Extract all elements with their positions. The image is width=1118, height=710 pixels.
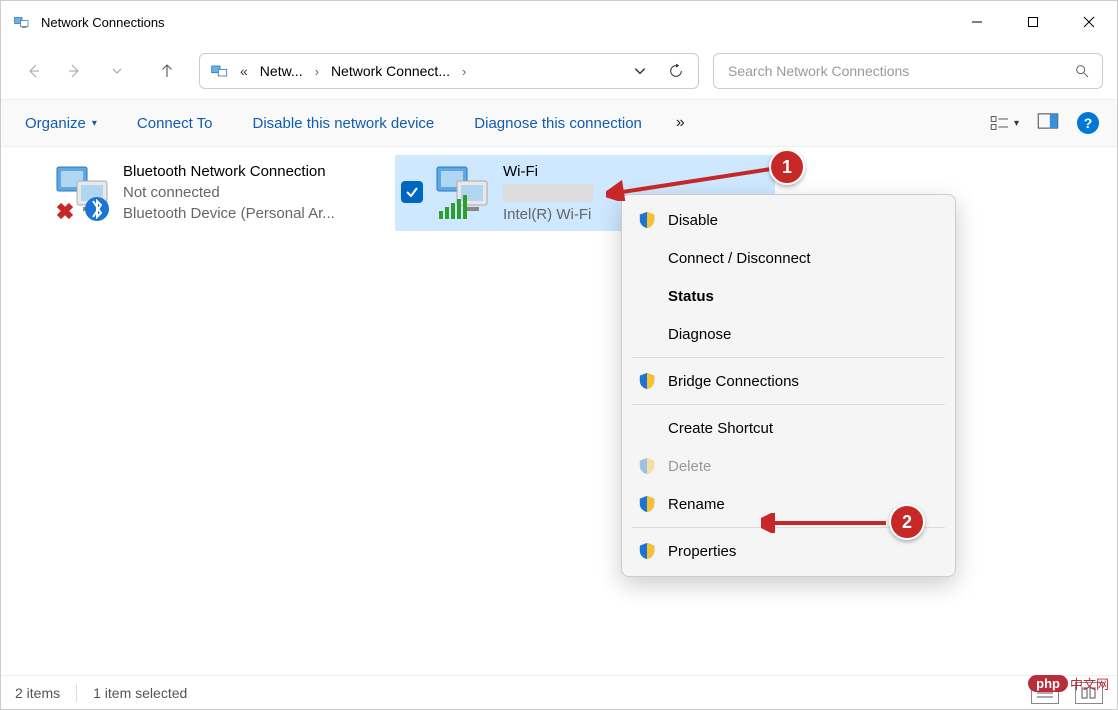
watermark-text: 中文网: [1070, 674, 1109, 693]
breadcrumb-crumb-1[interactable]: Netw...: [254, 59, 309, 83]
menu-label: Diagnose: [668, 326, 731, 343]
menu-label: Connect / Disconnect: [668, 250, 811, 267]
menu-label: Properties: [668, 543, 736, 560]
help-button[interactable]: ?: [1077, 112, 1099, 134]
bluetooth-adapter-icon: [51, 161, 115, 225]
connect-to-button[interactable]: Connect To: [131, 111, 219, 136]
view-options-button[interactable]: ▾: [990, 115, 1019, 131]
selection-check-icon[interactable]: [401, 181, 423, 203]
search-box[interactable]: [713, 53, 1103, 89]
diagnose-connection-button[interactable]: Diagnose this connection: [468, 111, 648, 136]
watermark: php 中文网: [1028, 674, 1109, 693]
connection-device: Bluetooth Device (Personal Ar...: [123, 205, 389, 222]
organize-menu[interactable]: Organize ▾: [19, 111, 103, 136]
status-separator: [76, 684, 77, 702]
status-selected-count: 1 item selected: [93, 685, 187, 701]
menu-label: Disable: [668, 212, 718, 229]
annotation-arrow-2: [761, 513, 891, 533]
menu-label: Rename: [668, 496, 725, 513]
up-button[interactable]: [149, 53, 185, 89]
chevron-right-icon[interactable]: ›: [313, 64, 321, 79]
menu-separator: [632, 357, 945, 358]
connection-item-bluetooth[interactable]: Bluetooth Network Connection Not connect…: [15, 155, 395, 231]
annotation-arrow-1: [606, 161, 776, 201]
menu-separator: [632, 404, 945, 405]
forward-button[interactable]: [57, 53, 93, 89]
titlebar: Network Connections: [1, 1, 1117, 43]
menu-item-disable[interactable]: Disable: [622, 201, 955, 239]
menu-item-delete: Delete: [622, 447, 955, 485]
address-bar[interactable]: « Netw... › Network Connect... ›: [199, 53, 699, 89]
diagnose-label: Diagnose this connection: [474, 115, 642, 132]
annotation-marker-1: 1: [769, 149, 805, 185]
menu-item-status[interactable]: Status: [622, 277, 955, 315]
connection-status-redacted: [503, 184, 593, 202]
window-controls: [949, 1, 1117, 43]
close-button[interactable]: [1061, 1, 1117, 43]
minimize-button[interactable]: [949, 1, 1005, 43]
connection-status: Not connected: [123, 184, 389, 201]
menu-label: Bridge Connections: [668, 373, 799, 390]
annotation-marker-2: 2: [889, 504, 925, 540]
maximize-button[interactable]: [1005, 1, 1061, 43]
navigation-bar: « Netw... › Network Connect... ›: [1, 43, 1117, 99]
connection-title: Bluetooth Network Connection: [123, 163, 389, 180]
status-bar: 2 items 1 item selected: [1, 675, 1117, 709]
shield-icon: [638, 211, 656, 229]
preview-pane-button[interactable]: [1037, 113, 1059, 134]
status-item-count: 2 items: [15, 685, 60, 701]
shield-icon: [638, 495, 656, 513]
chevron-down-icon: ▾: [1014, 118, 1019, 129]
organize-label: Organize: [25, 115, 86, 132]
refresh-button[interactable]: [660, 55, 692, 87]
menu-label: Delete: [668, 458, 711, 475]
search-input[interactable]: [726, 62, 1074, 80]
menu-label: Status: [668, 288, 714, 305]
menu-label: Create Shortcut: [668, 420, 773, 437]
chevron-right-icon[interactable]: ›: [460, 64, 468, 79]
shield-icon: [638, 372, 656, 390]
menu-item-shortcut[interactable]: Create Shortcut: [622, 409, 955, 447]
menu-item-connect[interactable]: Connect / Disconnect: [622, 239, 955, 277]
disable-device-button[interactable]: Disable this network device: [247, 111, 441, 136]
address-dropdown-button[interactable]: [624, 55, 656, 87]
search-icon[interactable]: [1074, 63, 1090, 79]
window-title: Network Connections: [41, 15, 949, 30]
shield-icon: [638, 457, 656, 475]
menu-item-diagnose[interactable]: Diagnose: [622, 315, 955, 353]
shield-icon: [638, 542, 656, 560]
location-icon: [210, 61, 230, 81]
recent-locations-button[interactable]: [99, 53, 135, 89]
menu-item-bridge[interactable]: Bridge Connections: [622, 362, 955, 400]
command-bar: Organize ▾ Connect To Disable this netwo…: [1, 99, 1117, 147]
overflow-chevron-icon[interactable]: »: [676, 114, 685, 132]
network-connections-icon: [13, 13, 31, 31]
breadcrumb-crumb-2[interactable]: Network Connect...: [325, 59, 456, 83]
chevron-down-icon: ▾: [92, 118, 97, 129]
wifi-adapter-icon: [431, 161, 495, 225]
breadcrumb-prefix: «: [238, 63, 250, 79]
watermark-brand: php: [1028, 675, 1068, 692]
back-button[interactable]: [15, 53, 51, 89]
